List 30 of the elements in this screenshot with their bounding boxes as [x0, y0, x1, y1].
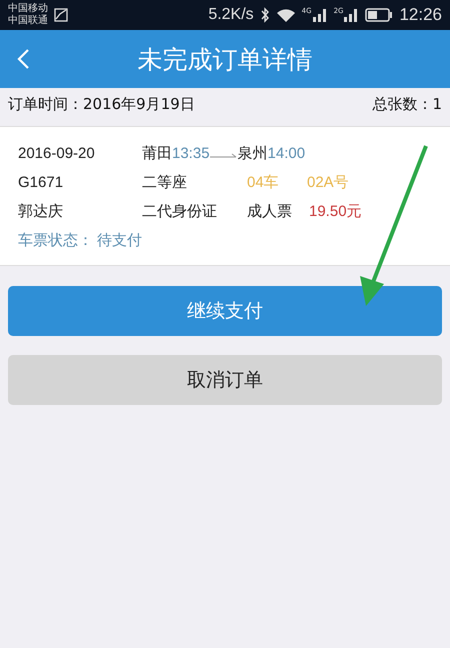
car-number: 04车: [247, 173, 280, 192]
page-title: 未完成订单详情: [138, 44, 312, 76]
wifi-icon: [276, 7, 296, 23]
arrival-time: 14:00: [268, 145, 306, 162]
image-icon: [54, 8, 68, 22]
carrier-name: 中国移动: [8, 3, 48, 14]
passenger-name: 郭达庆: [18, 202, 64, 221]
network-speed: 5.2K/s: [208, 6, 254, 24]
clock: 12:26: [399, 5, 442, 25]
ticket-type: 成人票: [247, 202, 293, 221]
arrow-line-icon: [210, 152, 238, 160]
bluetooth-icon: [260, 7, 270, 23]
ticket-count: 总张数：1: [372, 94, 442, 114]
station-name: 莆田: [142, 144, 172, 163]
seat-class: 二等座: [142, 173, 188, 192]
cancel-button[interactable]: 取消订单: [8, 355, 442, 405]
battery-icon: [365, 8, 394, 22]
ticket-price: 19.50元: [309, 202, 362, 221]
signal-icon: [312, 7, 328, 23]
train-number: G1671: [18, 174, 64, 191]
departure-date: 2016-09-20: [18, 145, 96, 162]
order-time: 订单时间：2016年9月19日: [8, 94, 195, 114]
carrier-name: 中国联通: [8, 15, 48, 27]
back-icon: [16, 48, 30, 70]
signal-icon: [343, 7, 360, 23]
seat-number: 02A号: [307, 173, 349, 192]
ticket-status: 车票状态： 待支付: [18, 231, 142, 250]
id-type: 二代身份证: [142, 202, 218, 221]
station-name: 泉州: [238, 144, 268, 163]
departure-time: 13:35: [172, 145, 210, 162]
